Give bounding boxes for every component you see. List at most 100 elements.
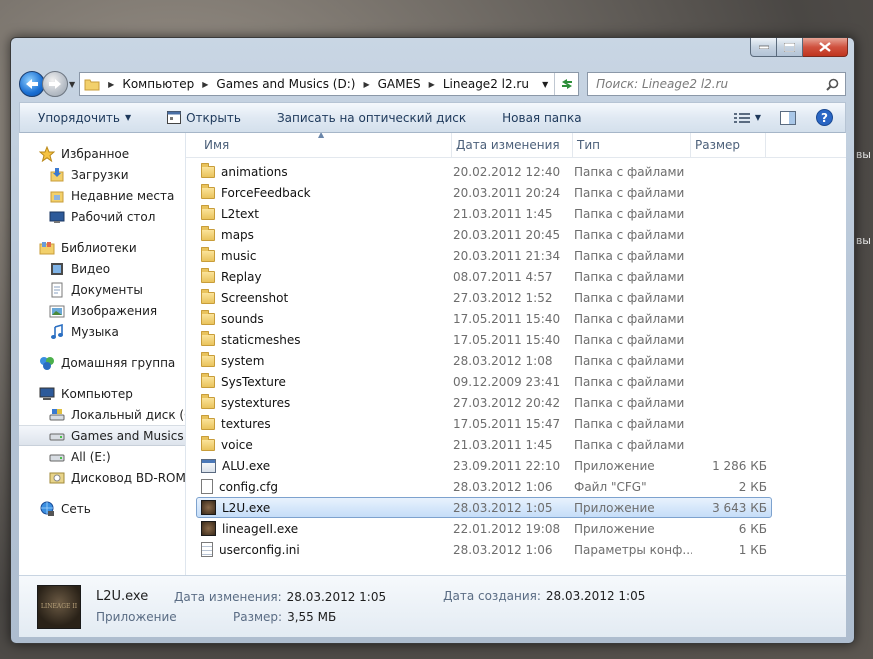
sidebar-item-desktop[interactable]: Рабочий стол [19, 206, 185, 227]
forward-button[interactable] [42, 71, 68, 97]
file-type: Папка с файлами [574, 206, 685, 221]
sidebar-item-bd-rom[interactable]: Дисковод BD-ROM [19, 467, 185, 488]
table-row[interactable]: L2U.exe 28.03.2012 1:05 Приложение 3 643 КБ [196, 497, 772, 518]
sidebar-network[interactable]: Сеть [19, 498, 185, 519]
sidebar-libraries[interactable]: Библиотеки [19, 237, 185, 258]
table-row[interactable]: lineageII.exe 22.01.2012 19:08 Приложение 6… [196, 518, 772, 539]
breadcrumb-separator-icon[interactable]: ▶ [429, 80, 435, 89]
sidebar-item-pictures[interactable]: Изображения [19, 300, 185, 321]
sidebar-favorites[interactable]: Избранное [19, 143, 185, 164]
file-name: L2U.exe [222, 500, 271, 515]
sidebar-computer[interactable]: Компьютер [19, 383, 185, 404]
sidebar-item-all-e[interactable]: All (E:) [19, 446, 185, 467]
recent-pages-dropdown[interactable]: ▼ [69, 80, 75, 89]
table-row[interactable]: maps 20.03.2011 20:45 Папка с файлами [196, 224, 772, 245]
file-name-cell: textures [197, 414, 453, 431]
sidebar-item-games-and-musics-d[interactable]: Games and Musics ( [19, 425, 185, 446]
file-name: animations [221, 164, 288, 179]
help-button[interactable]: ? [811, 107, 837, 129]
sidebar-homegroup[interactable]: Домашняя группа [19, 352, 185, 373]
details-dates-column: Дата изменения: 28.03.2012 1:05 Размер: … [174, 587, 386, 627]
file-rows: animations 20.02.2012 12:40 Папка с файлам… [186, 158, 846, 560]
organize-button[interactable]: Упорядочить ▼ [20, 111, 149, 125]
breadcrumb-separator-icon[interactable]: ▶ [108, 80, 114, 89]
file-date: 17.05.2011 15:40 [453, 311, 561, 326]
breadcrumb-item[interactable]: Lineage2 l2.ru [443, 77, 529, 91]
address-bar[interactable]: ▶ Компьютер ▶ Games and Musics (D:) ▶ GA… [79, 72, 580, 96]
file-date: 08.07.2011 4:57 [453, 269, 553, 284]
table-row[interactable]: SysTexture 09.12.2009 23:41 Папка с файлам… [196, 371, 772, 392]
downloads-folder-icon [49, 167, 65, 183]
maximize-button[interactable] [777, 38, 803, 57]
main-content: Избранное Загрузки Недавние места Рабочи… [19, 133, 846, 575]
folder-icon [201, 393, 215, 409]
sidebar-item-music[interactable]: Музыка [19, 321, 185, 342]
column-header-type[interactable]: Тип [573, 133, 691, 158]
change-view-button[interactable] [729, 107, 755, 129]
table-row[interactable]: sounds 17.05.2011 15:40 Папка с файлами [196, 308, 772, 329]
sidebar-item-recent-places[interactable]: Недавние места [19, 185, 185, 206]
table-row[interactable]: voice 21.03.2011 1:45 Папка с файлами [196, 434, 772, 455]
search-input[interactable]: Поиск: Lineage2 l2.ru [587, 72, 846, 96]
details-file-kind: Приложение [96, 609, 177, 624]
view-options-dropdown[interactable]: ▼ [755, 113, 761, 122]
file-type: Папка с файлами [574, 269, 685, 284]
table-row[interactable]: music 20.03.2011 21:34 Папка с файлами [196, 245, 772, 266]
file-name-cell: userconfig.ini [197, 542, 453, 557]
table-row[interactable]: config.cfg 28.03.2012 1:06 Файл "CFG" 2 КБ [196, 476, 772, 497]
sidebar-item-downloads[interactable]: Загрузки [19, 164, 185, 185]
file-date: 28.03.2012 1:08 [453, 353, 553, 368]
navigation-pane: Избранное Загрузки Недавние места Рабочи… [19, 133, 186, 575]
table-row[interactable]: L2text 21.03.2011 1:45 Папка с файлами [196, 203, 772, 224]
file-name: system [221, 353, 265, 368]
system-drive-icon [49, 407, 65, 423]
table-row[interactable]: ALU.exe 23.09.2011 22:10 Приложение 1 286 К… [196, 455, 772, 476]
hard-drive-icon [49, 428, 65, 444]
column-header-size[interactable]: Размер [691, 133, 766, 158]
file-date: 28.03.2012 1:06 [453, 542, 553, 557]
table-row[interactable]: Replay 08.07.2011 4:57 Папка с файлами [196, 266, 772, 287]
documents-icon [49, 282, 65, 298]
table-row[interactable]: Screenshot 27.03.2012 1:52 Папка с файлами [196, 287, 772, 308]
address-history-dropdown[interactable]: ▼ [536, 80, 554, 89]
open-label: Открыть [186, 110, 241, 125]
refresh-button[interactable] [554, 73, 578, 95]
close-button[interactable] [803, 38, 848, 57]
table-row[interactable]: userconfig.ini 28.03.2012 1:06 Параметры к… [196, 539, 772, 560]
table-row[interactable]: ForceFeedback 20.03.2011 20:24 Папка с фай… [196, 182, 772, 203]
table-row[interactable]: textures 17.05.2011 15:47 Папка с файлами [196, 413, 772, 434]
column-header-date[interactable]: Дата изменения [452, 133, 573, 158]
file-date: 28.03.2012 1:05 [453, 500, 553, 515]
breadcrumb-separator-icon[interactable]: ▶ [202, 80, 208, 89]
burn-disc-button[interactable]: Записать на оптический диск [259, 111, 484, 125]
file-type: Папка с файлами [574, 311, 685, 326]
table-row[interactable]: systextures 27.03.2012 20:42 Папка с файла… [196, 392, 772, 413]
sidebar-item-local-disk-c[interactable]: Локальный диск (C [19, 404, 185, 425]
table-row[interactable]: staticmeshes 17.05.2011 15:40 Папка с файл… [196, 329, 772, 350]
new-folder-button[interactable]: Новая папка [484, 111, 599, 125]
breadcrumb: ▶ Компьютер ▶ Games and Musics (D:) ▶ GA… [100, 77, 529, 91]
breadcrumb-item[interactable]: Компьютер [122, 77, 194, 91]
sidebar-label: Видео [71, 261, 111, 276]
file-type: Папка с файлами [574, 395, 685, 410]
file-type: Параметры конф... [574, 542, 692, 557]
preview-pane-button[interactable] [775, 107, 801, 129]
details-created: Дата создания: 28.03.2012 1:05 [443, 586, 645, 606]
open-button[interactable]: Открыть [149, 111, 259, 125]
preview-pane-icon [780, 110, 796, 125]
minimize-button[interactable] [750, 38, 777, 57]
breadcrumb-item[interactable]: GAMES [378, 77, 421, 91]
created-value: 28.03.2012 1:05 [545, 589, 646, 603]
sidebar-item-documents[interactable]: Документы [19, 279, 185, 300]
table-row[interactable]: animations 20.02.2012 12:40 Папка с файлам… [196, 161, 772, 182]
table-row[interactable]: system 28.03.2012 1:08 Папка с файлами [196, 350, 772, 371]
breadcrumb-separator-icon[interactable]: ▶ [363, 80, 369, 89]
sidebar-item-video[interactable]: Видео [19, 258, 185, 279]
file-name: systextures [221, 395, 291, 410]
file-name-cell: SysTexture [197, 372, 453, 389]
folder-icon [201, 330, 215, 346]
folder-icon [201, 414, 215, 430]
breadcrumb-item[interactable]: Games and Musics (D:) [216, 77, 355, 91]
search-icon[interactable] [826, 78, 839, 91]
file-name-cell: staticmeshes [197, 330, 453, 347]
